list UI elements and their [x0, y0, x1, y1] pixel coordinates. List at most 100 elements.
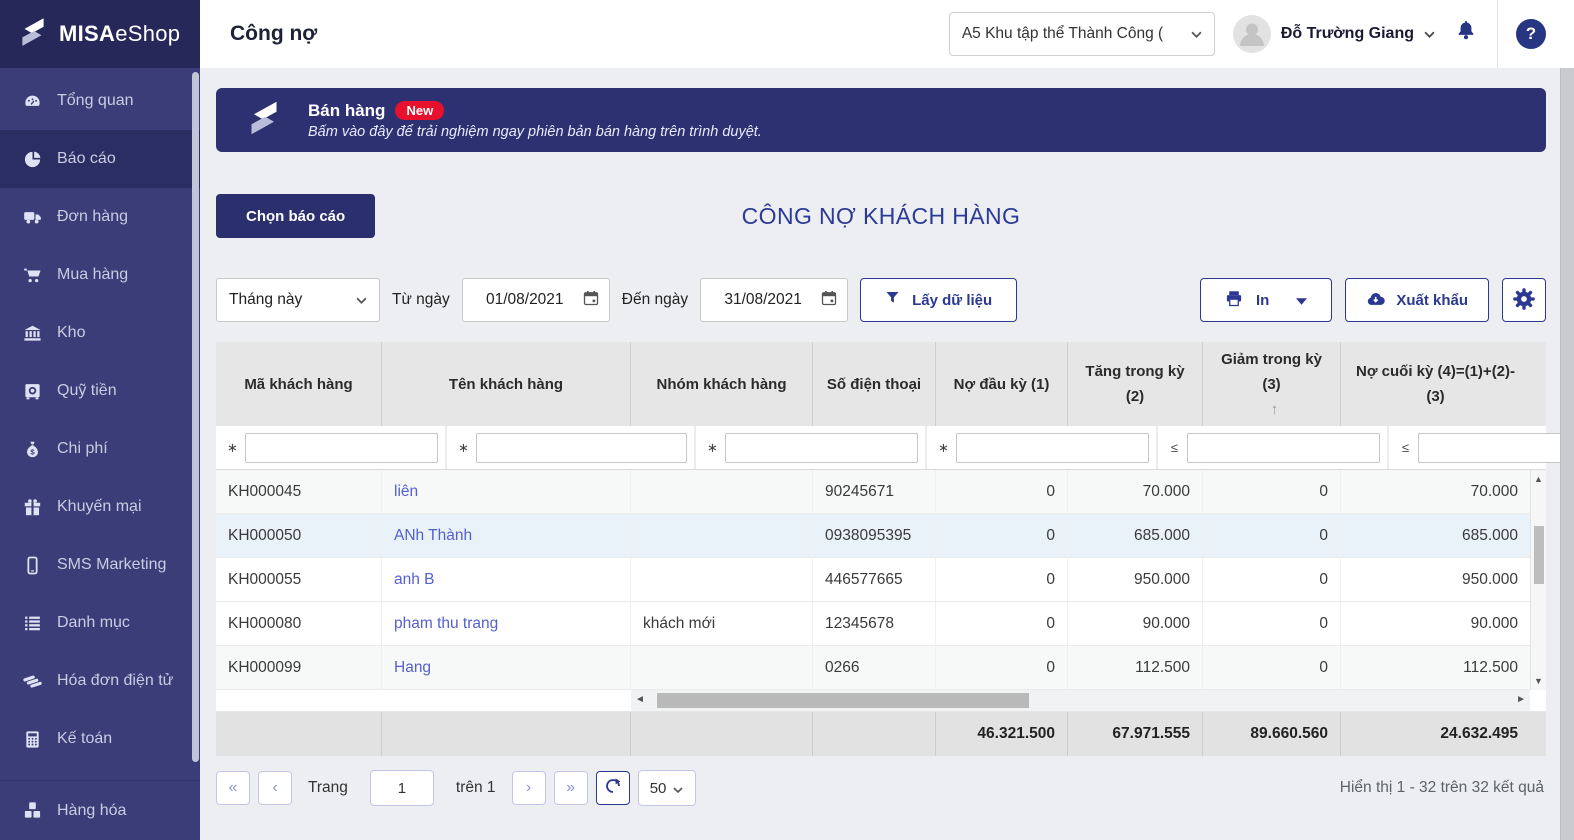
customer-name-link[interactable]: ANh Thành [394, 527, 472, 545]
table-row[interactable]: KH000099 Hang 0266 0 112.500 0 112.500 [216, 646, 1546, 690]
truck-icon [22, 208, 42, 227]
table-row[interactable]: KH000050 ANh Thành 0938095395 0 685.000 … [216, 514, 1546, 558]
column-header-phone[interactable]: Số điện thoại [813, 342, 936, 426]
sidebar-item-label: Hóa đơn điện tử [57, 672, 174, 689]
table-vertical-scrollbar[interactable]: ▲ ▼ [1530, 470, 1546, 690]
scroll-right-icon[interactable]: ► [1516, 694, 1526, 705]
sidebar-item-chi-phi[interactable]: $ Chi phí [0, 420, 200, 478]
to-date-input[interactable] [711, 291, 816, 309]
page-number-input[interactable] [369, 770, 434, 806]
lte-operator[interactable]: ≤ [1400, 440, 1411, 455]
table-totals-row: 46.321.500 67.971.555 89.660.560 24.632.… [216, 712, 1546, 756]
filter-input-customer-code[interactable] [245, 432, 438, 463]
sidebar-item-tong-quan[interactable]: Tổng quan [0, 72, 200, 130]
calendar-icon[interactable] [821, 290, 837, 311]
sidebar-item-hang-hoa[interactable]: Hàng hóa [0, 781, 200, 840]
from-date-input[interactable] [472, 291, 577, 309]
filter-input-opening-debt[interactable] [1187, 432, 1380, 463]
cell-customer-group: khách mới [631, 602, 813, 645]
cubes-icon [22, 801, 42, 820]
column-header-closing-debt[interactable]: Nợ cuối kỳ (4)=(1)+(2)-(3) [1341, 342, 1530, 426]
sidebar-item-danh-muc[interactable]: Danh mục [0, 594, 200, 652]
get-data-button[interactable]: Lấy dữ liệu [860, 278, 1018, 322]
sidebar-scrollbar[interactable] [192, 72, 199, 762]
safe-icon [22, 382, 42, 401]
sidebar-item-label: Kế toán [57, 730, 113, 747]
sidebar-item-don-hang[interactable]: Đơn hàng [0, 188, 200, 246]
customer-name-link[interactable]: liên [394, 483, 418, 501]
gift-icon [22, 498, 42, 517]
cell-customer-group [631, 470, 813, 513]
period-select[interactable]: Tháng này [216, 278, 380, 322]
sidebar-item-label: Đơn hàng [57, 208, 128, 225]
filter-input-customer-name[interactable] [476, 432, 687, 463]
lte-operator[interactable]: ≤ [1169, 440, 1180, 455]
scroll-up-icon[interactable]: ▲ [1531, 474, 1546, 484]
contains-operator[interactable]: ∗ [227, 440, 238, 456]
sidebar-nav: Tổng quan Báo cáo Đơn hàng Mua hàng Kho … [0, 68, 200, 768]
chevron-down-icon [356, 291, 367, 309]
scroll-down-icon[interactable]: ▼ [1531, 676, 1546, 686]
column-header-opening-debt[interactable]: Nợ đầu kỳ (1) [936, 342, 1068, 426]
contains-operator[interactable]: ∗ [938, 440, 949, 456]
horizontal-scroll-track[interactable]: ◄ ► [631, 690, 1530, 711]
cell-increase: 90.000 [1068, 602, 1203, 645]
refresh-button[interactable] [595, 771, 630, 805]
sidebar-item-hoa-don-dien-tu[interactable]: Hóa đơn điện tử [0, 652, 200, 710]
sidebar-item-ke-toan[interactable]: Kế toán [0, 710, 200, 768]
sidebar-item-label: Chi phí [57, 440, 108, 457]
calendar-icon[interactable] [583, 290, 599, 311]
content-area: Bán hàng New Bấm vào đây để trải nghiệm … [200, 68, 1560, 840]
vertical-scroll-thumb[interactable] [1534, 526, 1544, 584]
sidebar-item-mua-hang[interactable]: Mua hàng [0, 246, 200, 304]
print-button[interactable]: In [1199, 278, 1333, 322]
filter-input-increase[interactable] [1418, 432, 1560, 463]
sidebar-item-kho[interactable]: Kho [0, 304, 200, 362]
sidebar-item-bao-cao[interactable]: Báo cáo [0, 130, 200, 188]
customer-name-link[interactable]: anh B [394, 571, 435, 589]
sales-promo-banner[interactable]: Bán hàng New Bấm vào đây để trải nghiệm … [216, 88, 1546, 152]
last-page-button[interactable]: » [553, 771, 588, 805]
table-row[interactable]: KH000080 pham thu trang khách mới 123456… [216, 602, 1546, 646]
branch-selector[interactable]: A5 Khu tập thể Thành Công ( [948, 12, 1215, 56]
prev-page-button[interactable]: ‹ [258, 771, 292, 805]
sidebar-item-khuyen-mai[interactable]: Khuyến mại [0, 478, 200, 536]
choose-report-button[interactable]: Chọn báo cáo [216, 194, 376, 238]
column-header-decrease[interactable]: Giảm trong kỳ (3) ↑ [1203, 342, 1341, 426]
export-button[interactable]: Xuất khẩu [1345, 278, 1489, 322]
notification-bell-icon[interactable] [1453, 19, 1479, 50]
page-size-select[interactable]: 50 [637, 770, 696, 806]
total-closing-debt: 24.632.495 [1440, 725, 1518, 742]
customer-name-link[interactable]: pham thu trang [394, 615, 498, 633]
cell-closing-debt: 90.000 [1470, 614, 1518, 632]
app-logo[interactable]: MISAeShop [0, 0, 200, 68]
column-header-increase[interactable]: Tăng trong kỳ (2) [1068, 342, 1203, 426]
bank-icon [22, 324, 42, 343]
column-header-customer-code[interactable]: Mã khách hàng [216, 342, 382, 426]
caret-down-icon [1296, 292, 1308, 309]
scroll-left-icon[interactable]: ◄ [635, 694, 645, 705]
next-page-button[interactable]: › [511, 771, 546, 805]
contains-operator[interactable]: ∗ [707, 440, 718, 456]
window-scrollbar[interactable] [1560, 68, 1574, 840]
contains-operator[interactable]: ∗ [458, 440, 469, 456]
cell-decrease: 0 [1203, 514, 1341, 557]
help-button[interactable]: ? [1516, 19, 1546, 49]
pie-chart-icon [22, 150, 42, 169]
horizontal-scroll-thumb[interactable] [657, 693, 1029, 708]
first-page-button[interactable]: « [216, 771, 250, 805]
user-menu[interactable]: Đỗ Trường Giang [1232, 15, 1435, 53]
filter-input-phone[interactable] [956, 432, 1149, 463]
customer-name-link[interactable]: Hang [394, 659, 431, 677]
sidebar-item-label: SMS Marketing [57, 556, 167, 573]
column-header-customer-group[interactable]: Nhóm khách hàng [631, 342, 813, 426]
settings-button[interactable] [1502, 278, 1546, 322]
column-header-customer-name[interactable]: Tên khách hàng [382, 342, 631, 426]
from-date-field [461, 278, 610, 322]
filter-input-customer-group[interactable] [725, 432, 918, 463]
misa-logo-icon [244, 98, 284, 143]
sidebar-item-sms-marketing[interactable]: SMS Marketing [0, 536, 200, 594]
table-row[interactable]: KH000045 liên 90245671 0 70.000 0 70.000 [216, 470, 1546, 514]
sidebar-item-quy-tien[interactable]: Quỹ tiền [0, 362, 200, 420]
table-row[interactable]: KH000055 anh B 446577665 0 950.000 0 950… [216, 558, 1546, 602]
